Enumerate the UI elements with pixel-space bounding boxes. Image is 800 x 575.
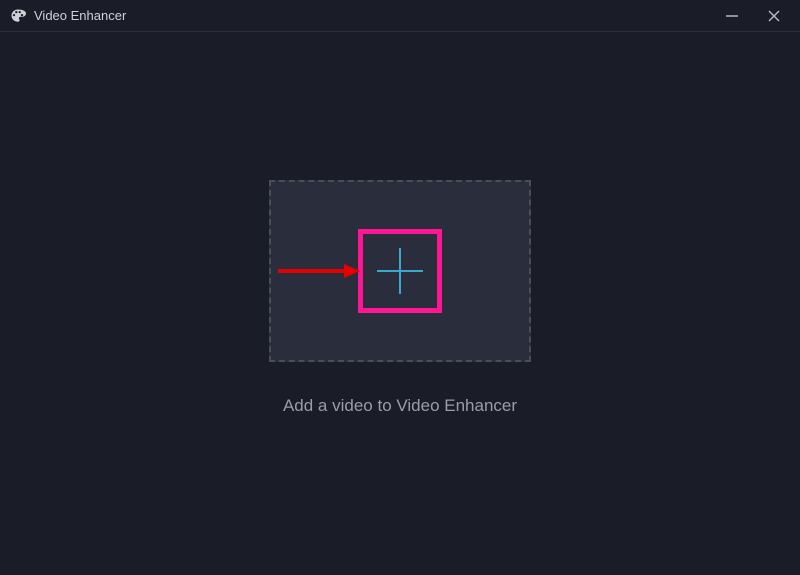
app-title: Video Enhancer xyxy=(34,8,126,23)
minimize-icon xyxy=(724,8,740,24)
add-video-dropzone[interactable] xyxy=(269,180,531,362)
close-button[interactable] xyxy=(764,6,784,26)
titlebar-left: Video Enhancer xyxy=(10,8,126,24)
window-controls xyxy=(722,6,790,26)
titlebar: Video Enhancer xyxy=(0,0,800,32)
main-area: Add a video to Video Enhancer xyxy=(0,32,800,575)
minimize-button[interactable] xyxy=(722,6,742,26)
plus-icon xyxy=(375,246,425,296)
instruction-text: Add a video to Video Enhancer xyxy=(0,396,800,416)
close-icon xyxy=(766,8,782,24)
palette-icon xyxy=(10,8,26,24)
